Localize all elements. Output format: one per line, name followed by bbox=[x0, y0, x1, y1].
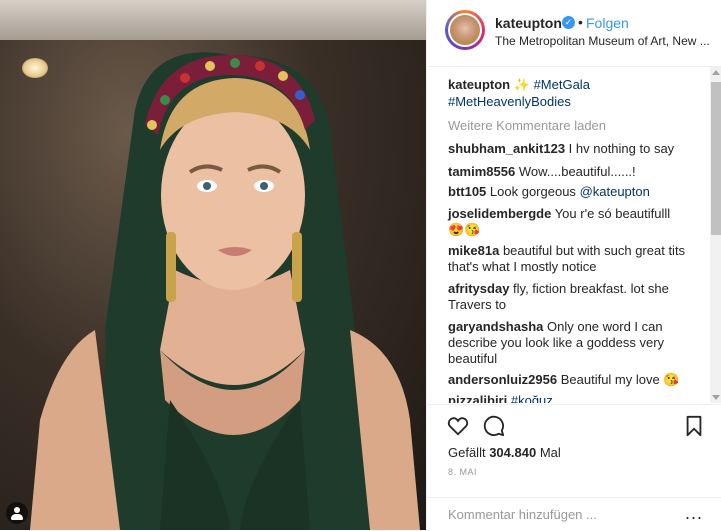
comment-emoji: 😘 bbox=[663, 372, 680, 387]
post-actions: Gefällt 304.840 Mal 8. MAI bbox=[427, 404, 721, 477]
comment-username[interactable]: tamim8556 bbox=[448, 164, 515, 179]
heart-icon[interactable] bbox=[447, 415, 469, 437]
header-username[interactable]: kateupton bbox=[495, 15, 562, 31]
scroll-up-icon[interactable] bbox=[712, 70, 720, 75]
bookmark-icon[interactable] bbox=[685, 415, 703, 437]
post-header: kateupton ✓ • Folgen The Metropolitan Mu… bbox=[427, 0, 721, 67]
likes-count[interactable]: Gefällt 304.840 Mal bbox=[448, 445, 561, 460]
more-options-button[interactable]: ... bbox=[685, 503, 703, 524]
comments-scrollbar[interactable] bbox=[710, 67, 721, 403]
avatar[interactable] bbox=[445, 10, 485, 50]
list-item: btt105 Look gorgeous @kateupton bbox=[448, 184, 703, 200]
follow-button[interactable]: Folgen bbox=[586, 15, 629, 31]
hashtag-metgala[interactable]: #MetGala bbox=[534, 77, 590, 92]
user-tag-icon[interactable] bbox=[6, 502, 28, 524]
post-photo[interactable] bbox=[0, 0, 426, 530]
comment-input[interactable]: Kommentar hinzufügen ... bbox=[448, 507, 597, 522]
list-item: mike81a beautiful but with such great ti… bbox=[448, 243, 703, 275]
comment-text: Look gorgeous bbox=[489, 184, 576, 199]
post-date[interactable]: 8. MAI bbox=[448, 467, 477, 477]
list-item: tamim8556 Wow....beautiful......! bbox=[448, 164, 703, 180]
list-item: afritysday fly, fiction breakfast. lot s… bbox=[448, 281, 703, 313]
add-comment-bar: Kommentar hinzufügen ... ... bbox=[427, 497, 721, 531]
likes-suffix: Mal bbox=[539, 445, 561, 460]
comment-username[interactable]: shubham_ankit123 bbox=[448, 141, 565, 156]
comment-username[interactable]: afritysday bbox=[448, 281, 509, 296]
location-link[interactable]: The Metropolitan Museum of Art, New ... bbox=[495, 34, 710, 48]
comment-username[interactable]: mike81a bbox=[448, 243, 499, 258]
comment-username[interactable]: andersonluiz2956 bbox=[448, 372, 557, 387]
comment-username[interactable]: joselidembergde bbox=[448, 206, 551, 221]
comment-text: Beautiful my love bbox=[560, 372, 660, 387]
separator-dot: • bbox=[578, 14, 583, 30]
hashtag-link[interactable]: #koğuz bbox=[511, 393, 553, 403]
likes-number: 304.840 bbox=[489, 445, 537, 460]
scrollbar-thumb[interactable] bbox=[711, 82, 721, 235]
load-more-comments-button[interactable]: Weitere Kommentare laden bbox=[448, 118, 703, 134]
caption: kateupton ✨ #MetGala bbox=[448, 77, 703, 93]
hashtag-metheavenlybodies[interactable]: #MetHeavenlyBodies bbox=[448, 94, 571, 109]
comment-username[interactable]: btt105 bbox=[448, 184, 486, 199]
list-item: garyandshasha Only one word I can descri… bbox=[448, 319, 703, 367]
photo-figure bbox=[30, 52, 420, 530]
list-item: joselidembergde You r'e só beautifulll 😍… bbox=[448, 206, 703, 238]
mention-link[interactable]: @kateupton bbox=[580, 184, 650, 199]
comments-list[interactable]: kateupton ✨ #MetGala #MetHeavenlyBodies … bbox=[427, 67, 710, 403]
caption-emoji: ✨ bbox=[513, 77, 530, 92]
comment-username[interactable]: pizzalibiri bbox=[448, 393, 507, 403]
scroll-down-icon[interactable] bbox=[712, 395, 720, 400]
comment-username[interactable]: garyandshasha bbox=[448, 319, 543, 334]
comment-text: Wow....beautiful......! bbox=[518, 164, 636, 179]
caption-line2: #MetHeavenlyBodies bbox=[448, 94, 703, 110]
list-item: shubham_ankit123 I hv nothing to say bbox=[448, 141, 703, 157]
caption-username[interactable]: kateupton bbox=[448, 77, 510, 92]
likes-label: Gefällt bbox=[448, 445, 486, 460]
list-item: pizzalibiri #koğuz bbox=[448, 393, 703, 403]
comment-emoji: 😍😘 bbox=[448, 222, 481, 237]
verified-badge-icon: ✓ bbox=[562, 16, 575, 29]
list-item: andersonluiz2956 Beautiful my love 😘 bbox=[448, 372, 703, 388]
comment-text: You r'e só beautifulll bbox=[554, 206, 671, 221]
comment-icon[interactable] bbox=[483, 415, 505, 437]
post-sidebar: kateupton ✓ • Folgen The Metropolitan Mu… bbox=[426, 0, 721, 530]
comment-text: I hv nothing to say bbox=[568, 141, 675, 156]
